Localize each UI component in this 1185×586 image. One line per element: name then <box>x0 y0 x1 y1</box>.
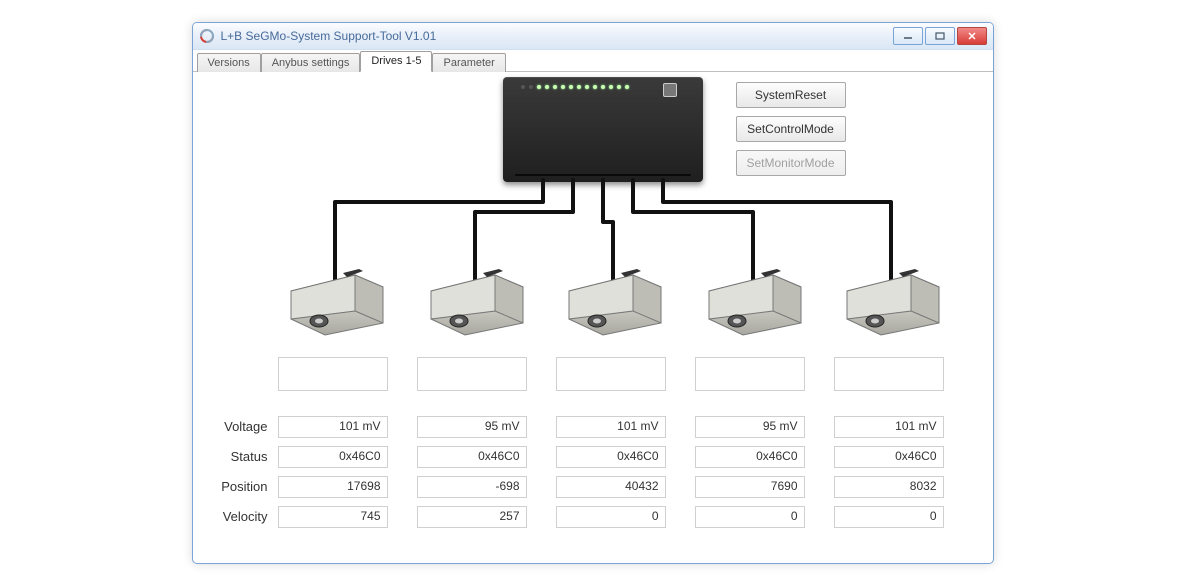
drive-4 <box>701 267 806 337</box>
blank-cell <box>556 357 666 391</box>
label-voltage: Voltage <box>198 419 268 434</box>
blank-cell <box>695 357 805 391</box>
tab-versions[interactable]: Versions <box>197 53 261 72</box>
status-cell: 0x46C0 <box>556 446 666 468</box>
position-cell: 40432 <box>556 476 666 498</box>
label-status: Status <box>198 449 268 464</box>
tab-anybus-settings[interactable]: Anybus settings <box>261 53 361 72</box>
velocity-cell: 0 <box>556 506 666 528</box>
drive-2 <box>423 267 528 337</box>
drive-5 <box>839 267 944 337</box>
velocity-cell: 745 <box>278 506 388 528</box>
system-reset-button[interactable]: SystemReset <box>736 82 846 108</box>
position-cell: 17698 <box>278 476 388 498</box>
status-cell: 0x46C0 <box>278 446 388 468</box>
app-window: L+B SeGMo-System Support-Tool V1.01 Vers… <box>192 22 994 564</box>
status-cell: 0x46C0 <box>417 446 527 468</box>
tab-parameter[interactable]: Parameter <box>432 53 505 72</box>
blank-cell <box>834 357 944 391</box>
voltage-cell: 101 mV <box>834 416 944 438</box>
window-buttons <box>893 27 987 45</box>
voltage-cell: 101 mV <box>278 416 388 438</box>
label-velocity: Velocity <box>198 509 268 524</box>
voltage-cell: 95 mV <box>695 416 805 438</box>
hub-port-icon <box>663 83 677 97</box>
set-control-mode-button[interactable]: SetControlMode <box>736 116 846 142</box>
tabbar: Versions Anybus settings Drives 1-5 Para… <box>193 50 993 72</box>
app-icon <box>199 28 215 44</box>
drive-3 <box>561 267 666 337</box>
window-title: L+B SeGMo-System Support-Tool V1.01 <box>221 29 893 43</box>
status-cell: 0x46C0 <box>695 446 805 468</box>
status-cell: 0x46C0 <box>834 446 944 468</box>
blank-cell <box>278 357 388 391</box>
set-monitor-mode-button[interactable]: SetMonitorMode <box>736 150 846 176</box>
label-position: Position <box>198 479 268 494</box>
position-cell: 7690 <box>695 476 805 498</box>
maximize-button[interactable] <box>925 27 955 45</box>
close-button[interactable] <box>957 27 987 45</box>
voltage-cell: 95 mV <box>417 416 527 438</box>
titlebar: L+B SeGMo-System Support-Tool V1.01 <box>193 23 993 50</box>
content-area: SystemReset SetControlMode SetMonitorMod… <box>193 72 993 563</box>
hub-device <box>503 77 703 182</box>
velocity-cell: 0 <box>834 506 944 528</box>
minimize-button[interactable] <box>893 27 923 45</box>
drive-1 <box>283 267 388 337</box>
velocity-cell: 257 <box>417 506 527 528</box>
blank-cell <box>417 357 527 391</box>
voltage-cell: 101 mV <box>556 416 666 438</box>
velocity-cell: 0 <box>695 506 805 528</box>
position-cell: 8032 <box>834 476 944 498</box>
tab-drives-1-5[interactable]: Drives 1-5 <box>360 51 432 72</box>
position-cell: -698 <box>417 476 527 498</box>
